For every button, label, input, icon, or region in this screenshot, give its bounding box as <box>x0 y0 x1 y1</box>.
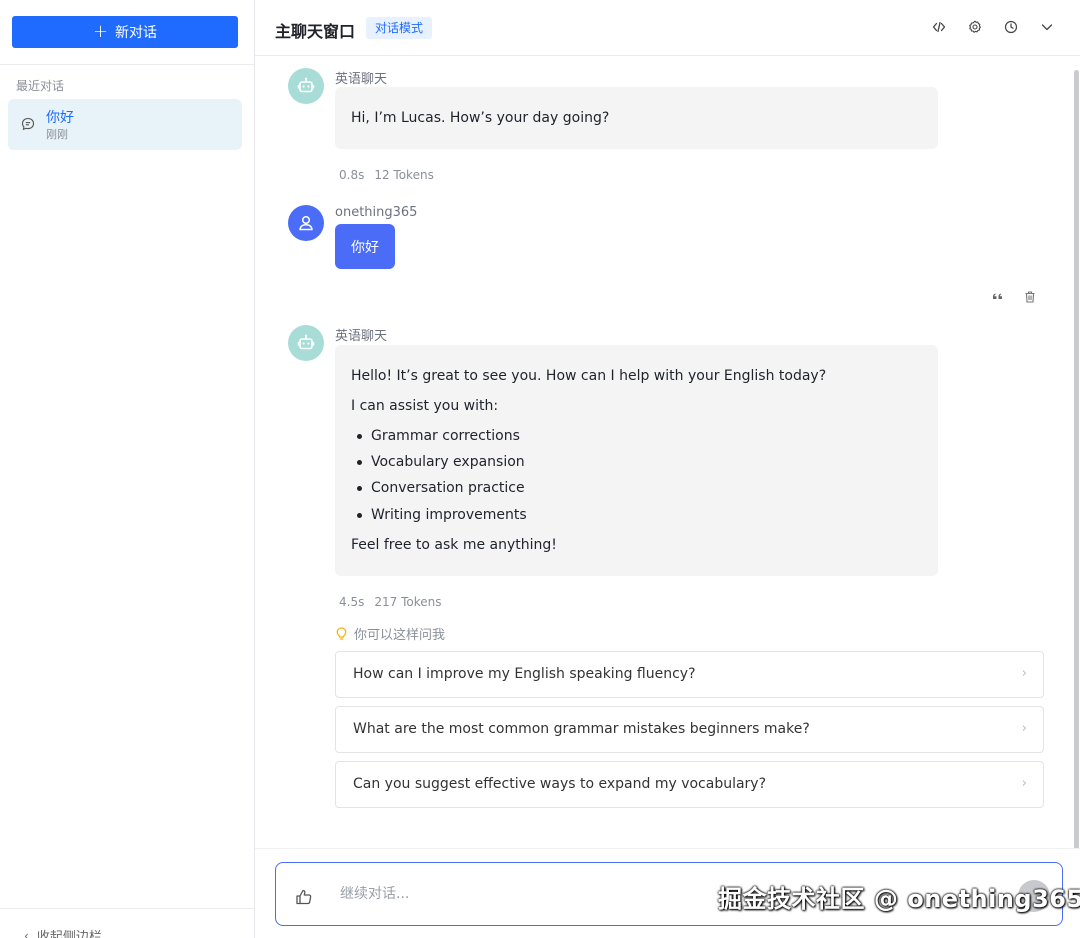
bullet-item: Vocabulary expansion <box>371 454 525 470</box>
message-outro: Feel free to ask me anything! <box>351 537 557 553</box>
suggestion-text: What are the most common grammar mistake… <box>353 721 810 737</box>
watermark: 掘金技术社区 @ onething365 <box>718 885 1080 913</box>
thumbs-up-icon[interactable] <box>295 888 313 906</box>
chevron-right-icon: › <box>1021 666 1027 681</box>
bullet-dot <box>357 460 362 465</box>
suggestions-label: 你可以这样问我 <box>354 628 446 643</box>
sidebar: + 新对话 最近对话 你好 刚刚 ‹ 收起侧边栏 <box>0 0 255 938</box>
history-icon[interactable] <box>1002 18 1020 36</box>
mode-badge: 对话模式 <box>366 17 433 39</box>
bullet-item: Grammar corrections <box>371 428 520 444</box>
user-icon <box>299 215 313 231</box>
conversation-title: 你好 <box>46 110 74 126</box>
conversation-time: 刚刚 <box>46 128 68 141</box>
suggestion-text: Can you suggest effective ways to expand… <box>353 776 767 792</box>
robot-icon <box>297 334 315 350</box>
sidebar-divider <box>0 64 254 65</box>
page-title: 主聊天窗口 <box>275 22 356 41</box>
delete-icon[interactable] <box>1023 290 1037 304</box>
token-count: 12 Tokens <box>374 168 434 182</box>
quote-icon[interactable] <box>991 290 1005 304</box>
message-sender: 英语聊天 <box>335 329 388 344</box>
suggestion-item[interactable]: How can I improve my English speaking fl… <box>335 651 1044 698</box>
conversation-item[interactable]: 你好 刚刚 <box>8 99 242 150</box>
token-count: 217 Tokens <box>374 595 442 609</box>
suggestion-text: How can I improve my English speaking fl… <box>353 666 696 682</box>
message-subtitle: I can assist you with: <box>351 398 499 414</box>
suggestions-label-row: 你可以这样问我 <box>335 624 445 643</box>
chat-header: 主聊天窗口 对话模式 <box>255 0 1080 56</box>
collapse-sidebar-label: 收起侧边栏 <box>36 930 102 938</box>
collapse-sidebar-button[interactable]: ‹ 收起侧边栏 <box>24 926 102 938</box>
sidebar-bottom-divider <box>0 908 254 909</box>
bot-avatar <box>288 325 324 361</box>
response-time: 4.5s <box>339 595 365 609</box>
plus-icon: + <box>92 21 109 42</box>
new-chat-label: 新对话 <box>115 25 158 41</box>
bot-avatar <box>288 68 324 104</box>
message-sender: 英语聊天 <box>335 72 388 87</box>
chevron-down-icon[interactable] <box>1038 18 1056 36</box>
bullet-item: Conversation practice <box>371 480 525 496</box>
bullet-dot <box>357 513 362 518</box>
settings-icon[interactable] <box>966 18 984 36</box>
new-chat-button[interactable]: + 新对话 <box>12 16 238 48</box>
suggestion-item[interactable]: Can you suggest effective ways to expand… <box>335 761 1044 808</box>
bullet-dot <box>357 434 362 439</box>
suggestion-item[interactable]: What are the most common grammar mistake… <box>335 706 1044 753</box>
message-text: 你好 <box>351 239 379 256</box>
user-message-bubble: 你好 <box>335 224 395 269</box>
bullet-dot <box>357 486 362 491</box>
chevron-left-icon: ‹ <box>24 928 29 938</box>
bullet-item: Writing improvements <box>371 507 527 523</box>
chat-bubble-icon <box>21 117 35 131</box>
chat-messages[interactable]: 英语聊天 Hi, I’m Lucas. How’s your day going… <box>255 57 1080 847</box>
message-sender: onething365 <box>335 205 418 220</box>
code-icon[interactable] <box>930 18 948 36</box>
response-time: 0.8s <box>339 168 365 182</box>
recent-conversations-label: 最近对话 <box>16 79 65 93</box>
message-text: Hi, I’m Lucas. How’s your day going? <box>351 110 610 126</box>
chat-scrollbar[interactable] <box>1074 70 1079 850</box>
lightbulb-icon <box>336 626 347 640</box>
message-meta: 4.5s 217 Tokens <box>339 595 441 609</box>
chevron-right-icon: › <box>1021 721 1027 736</box>
message-input[interactable] <box>340 883 700 905</box>
user-avatar <box>288 205 324 241</box>
bot-message-bubble: Hello! It’s great to see you. How can I … <box>335 345 938 576</box>
bot-message-bubble: Hi, I’m Lucas. How’s your day going? <box>335 87 938 149</box>
message-meta: 0.8s 12 Tokens <box>339 168 434 182</box>
chevron-right-icon: › <box>1021 776 1027 791</box>
message-intro: Hello! It’s great to see you. How can I … <box>351 368 827 384</box>
robot-icon <box>297 77 315 93</box>
